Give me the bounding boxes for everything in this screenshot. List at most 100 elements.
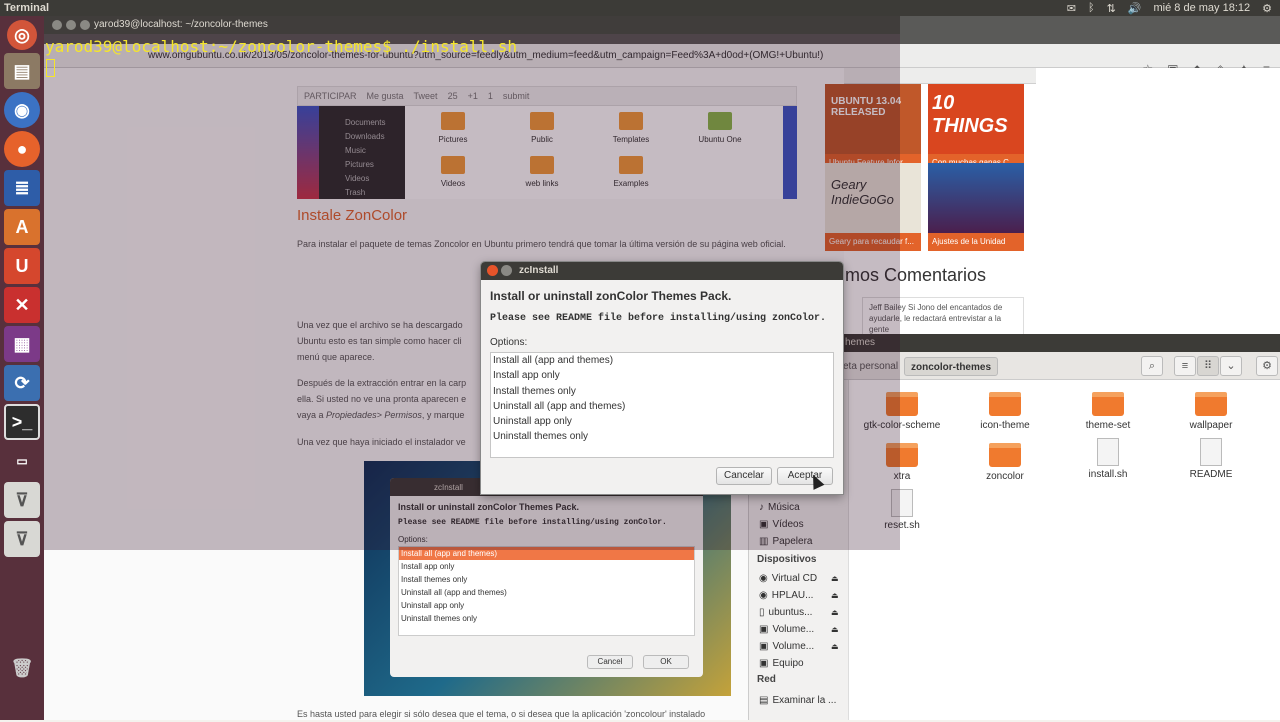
- sidebar-item-device[interactable]: ◉ Virtual CD ⏏: [759, 571, 839, 587]
- sidebar-item-device[interactable]: ▯ ubuntus... ⏏: [759, 605, 839, 621]
- file-item[interactable]: icon-theme: [960, 392, 1050, 431]
- terminal-titlebar[interactable]: yarod39@localhost: ~/zoncolor-themes: [44, 16, 900, 34]
- folder-icon: [1195, 392, 1227, 416]
- eject-icon[interactable]: ⏏: [831, 622, 839, 638]
- list-icon: ≡: [1181, 360, 1189, 372]
- file-item[interactable]: zoncolor: [960, 443, 1050, 482]
- clock[interactable]: mié 8 de may 18:12: [1154, 2, 1251, 14]
- chromium-icon[interactable]: ◉: [4, 92, 40, 128]
- news-thumb[interactable]: Ajustes de la Unidad: [928, 163, 1024, 251]
- grid-view-button[interactable]: ⠿: [1197, 356, 1219, 376]
- firefox-icon[interactable]: ●: [4, 131, 40, 167]
- dialog-message: Please see README file before installing…: [490, 313, 827, 324]
- trash-icon[interactable]: 🗑: [4, 650, 40, 686]
- eject-icon[interactable]: ⏏: [831, 588, 839, 604]
- option-install-app[interactable]: Install app only: [491, 368, 833, 383]
- terminal-icon[interactable]: >_: [4, 404, 40, 440]
- embedded-option: Uninstall all (app and themes): [401, 588, 507, 597]
- files-icon[interactable]: ▤: [4, 53, 40, 89]
- file-item[interactable]: install.sh: [1063, 438, 1153, 480]
- option-uninstall-app[interactable]: Uninstall app only: [491, 414, 833, 429]
- eject-icon[interactable]: ⏏: [831, 605, 839, 621]
- eject-icon[interactable]: ⏏: [831, 571, 839, 587]
- embedded-option: Uninstall themes only: [401, 614, 478, 623]
- gear-icon[interactable]: ⚙: [1262, 2, 1272, 15]
- ubuntu-one-icon[interactable]: U: [4, 248, 40, 284]
- ubuntu-dash-icon[interactable]: ◎: [7, 20, 37, 50]
- minimize-icon[interactable]: [501, 265, 512, 276]
- sidebar-item-label: HPLAU...: [771, 590, 814, 601]
- devices-header: Dispositivos: [757, 554, 817, 565]
- breadcrumb-current[interactable]: zoncolor-themes: [904, 357, 999, 376]
- option-uninstall-all[interactable]: Uninstall all (app and themes): [491, 399, 833, 414]
- script-file-icon: [1097, 438, 1119, 466]
- gear-icon: ⚙: [1262, 360, 1272, 372]
- file-name: zoncolor: [986, 471, 1024, 482]
- news-thumb-caption: Ajustes de la Unidad: [928, 233, 1024, 251]
- file-item[interactable]: theme-set: [1063, 392, 1153, 431]
- file-name: README: [1189, 469, 1233, 480]
- updater-icon[interactable]: ⟳: [4, 365, 40, 401]
- option-install-all[interactable]: Install all (app and themes): [491, 353, 833, 368]
- drive-icon: ▣: [759, 624, 769, 635]
- dialog-titlebar[interactable]: zcInstall: [481, 262, 843, 280]
- volume-icon[interactable]: 🔊: [1128, 2, 1142, 15]
- folder-icon: [1092, 392, 1124, 416]
- settings-button[interactable]: ⚙: [1256, 356, 1278, 376]
- sidebar-item-label: Examinar la ...: [772, 695, 837, 706]
- sidebar-item-label: Virtual CD: [771, 573, 818, 584]
- sidebar-item-device[interactable]: ▣ Volume... ⏏: [759, 622, 839, 638]
- close-icon[interactable]: [487, 265, 498, 276]
- news-thumb-image: [928, 163, 1024, 233]
- chevron-down-icon: ⌄: [1226, 360, 1236, 372]
- list-view-button[interactable]: ≡: [1174, 356, 1196, 376]
- embedded-option: Install themes only: [401, 575, 468, 584]
- maximize-icon[interactable]: [80, 20, 90, 30]
- workspaces-icon[interactable]: ▦: [4, 326, 40, 362]
- eject-icon[interactable]: ⏏: [831, 639, 839, 655]
- bluetooth-icon[interactable]: ᛒ: [1088, 2, 1095, 14]
- file-name: wallpaper: [1189, 420, 1233, 431]
- file-item[interactable]: README: [1166, 438, 1256, 480]
- sidebar-item-computer[interactable]: ▣ Equipo: [759, 656, 804, 672]
- top-panel: Terminal ✉ ᛒ ⇅ 🔊 mié 8 de may 18:12 ⚙: [0, 0, 1280, 16]
- search-button[interactable]: ⌕: [1141, 356, 1163, 376]
- terminal-title: yarod39@localhost: ~/zoncolor-themes: [94, 19, 268, 30]
- mail-icon[interactable]: ✉: [1067, 2, 1076, 15]
- file-item[interactable]: wallpaper: [1166, 392, 1256, 431]
- drive-icon[interactable]: ⊽: [4, 521, 40, 557]
- sidebar-item-network[interactable]: ▤ Examinar la ...: [759, 693, 836, 709]
- network-header: Red: [757, 674, 776, 685]
- options-label: Options:: [490, 337, 528, 348]
- minimize-icon[interactable]: [66, 20, 76, 30]
- accept-button[interactable]: Aceptar: [777, 467, 833, 485]
- option-install-themes[interactable]: Install themes only: [491, 384, 833, 399]
- sidebar-item-device[interactable]: ◉ HPLAU... ⏏: [759, 588, 839, 604]
- news-thumb[interactable]: 10 THINGS Con muchas ganas C...: [928, 84, 1024, 172]
- search-icon: ⌕: [1148, 360, 1156, 372]
- writer-icon[interactable]: ≣: [4, 170, 40, 206]
- cancel-button[interactable]: Cancelar: [716, 467, 772, 485]
- indicator-area: ✉ ᛒ ⇅ 🔊 mié 8 de may 18:12 ⚙: [1067, 2, 1280, 15]
- view-options-button[interactable]: ⌄: [1220, 356, 1242, 376]
- news-thumb-image: 10 THINGS: [928, 84, 1024, 154]
- drive-icon[interactable]: ⊽: [4, 482, 40, 518]
- drive-icon: ▣: [759, 641, 769, 652]
- embedded-buttons: Cancel OK: [587, 655, 689, 669]
- option-uninstall-themes[interactable]: Uninstall themes only: [491, 429, 833, 444]
- close-icon[interactable]: [52, 20, 62, 30]
- file-name: theme-set: [1085, 420, 1131, 431]
- sidebar-item-label: Equipo: [772, 658, 804, 669]
- disc-icon: ◉: [759, 573, 768, 584]
- software-center-icon[interactable]: A: [4, 209, 40, 245]
- network-icon[interactable]: ⇅: [1107, 2, 1116, 15]
- text-file-icon: [1200, 438, 1222, 466]
- desktop-icon[interactable]: ▭: [4, 443, 40, 479]
- embedded-options-list: Install all (app and themes) Install app…: [398, 546, 695, 636]
- disc-icon: ◉: [759, 590, 768, 601]
- settings-icon[interactable]: ✕: [4, 287, 40, 323]
- sidebar-item-label: ubuntus...: [768, 607, 813, 618]
- folder-icon: [989, 392, 1021, 416]
- sidebar-item-device[interactable]: ▣ Volume... ⏏: [759, 639, 839, 655]
- options-list: Install all (app and themes) Install app…: [490, 352, 834, 458]
